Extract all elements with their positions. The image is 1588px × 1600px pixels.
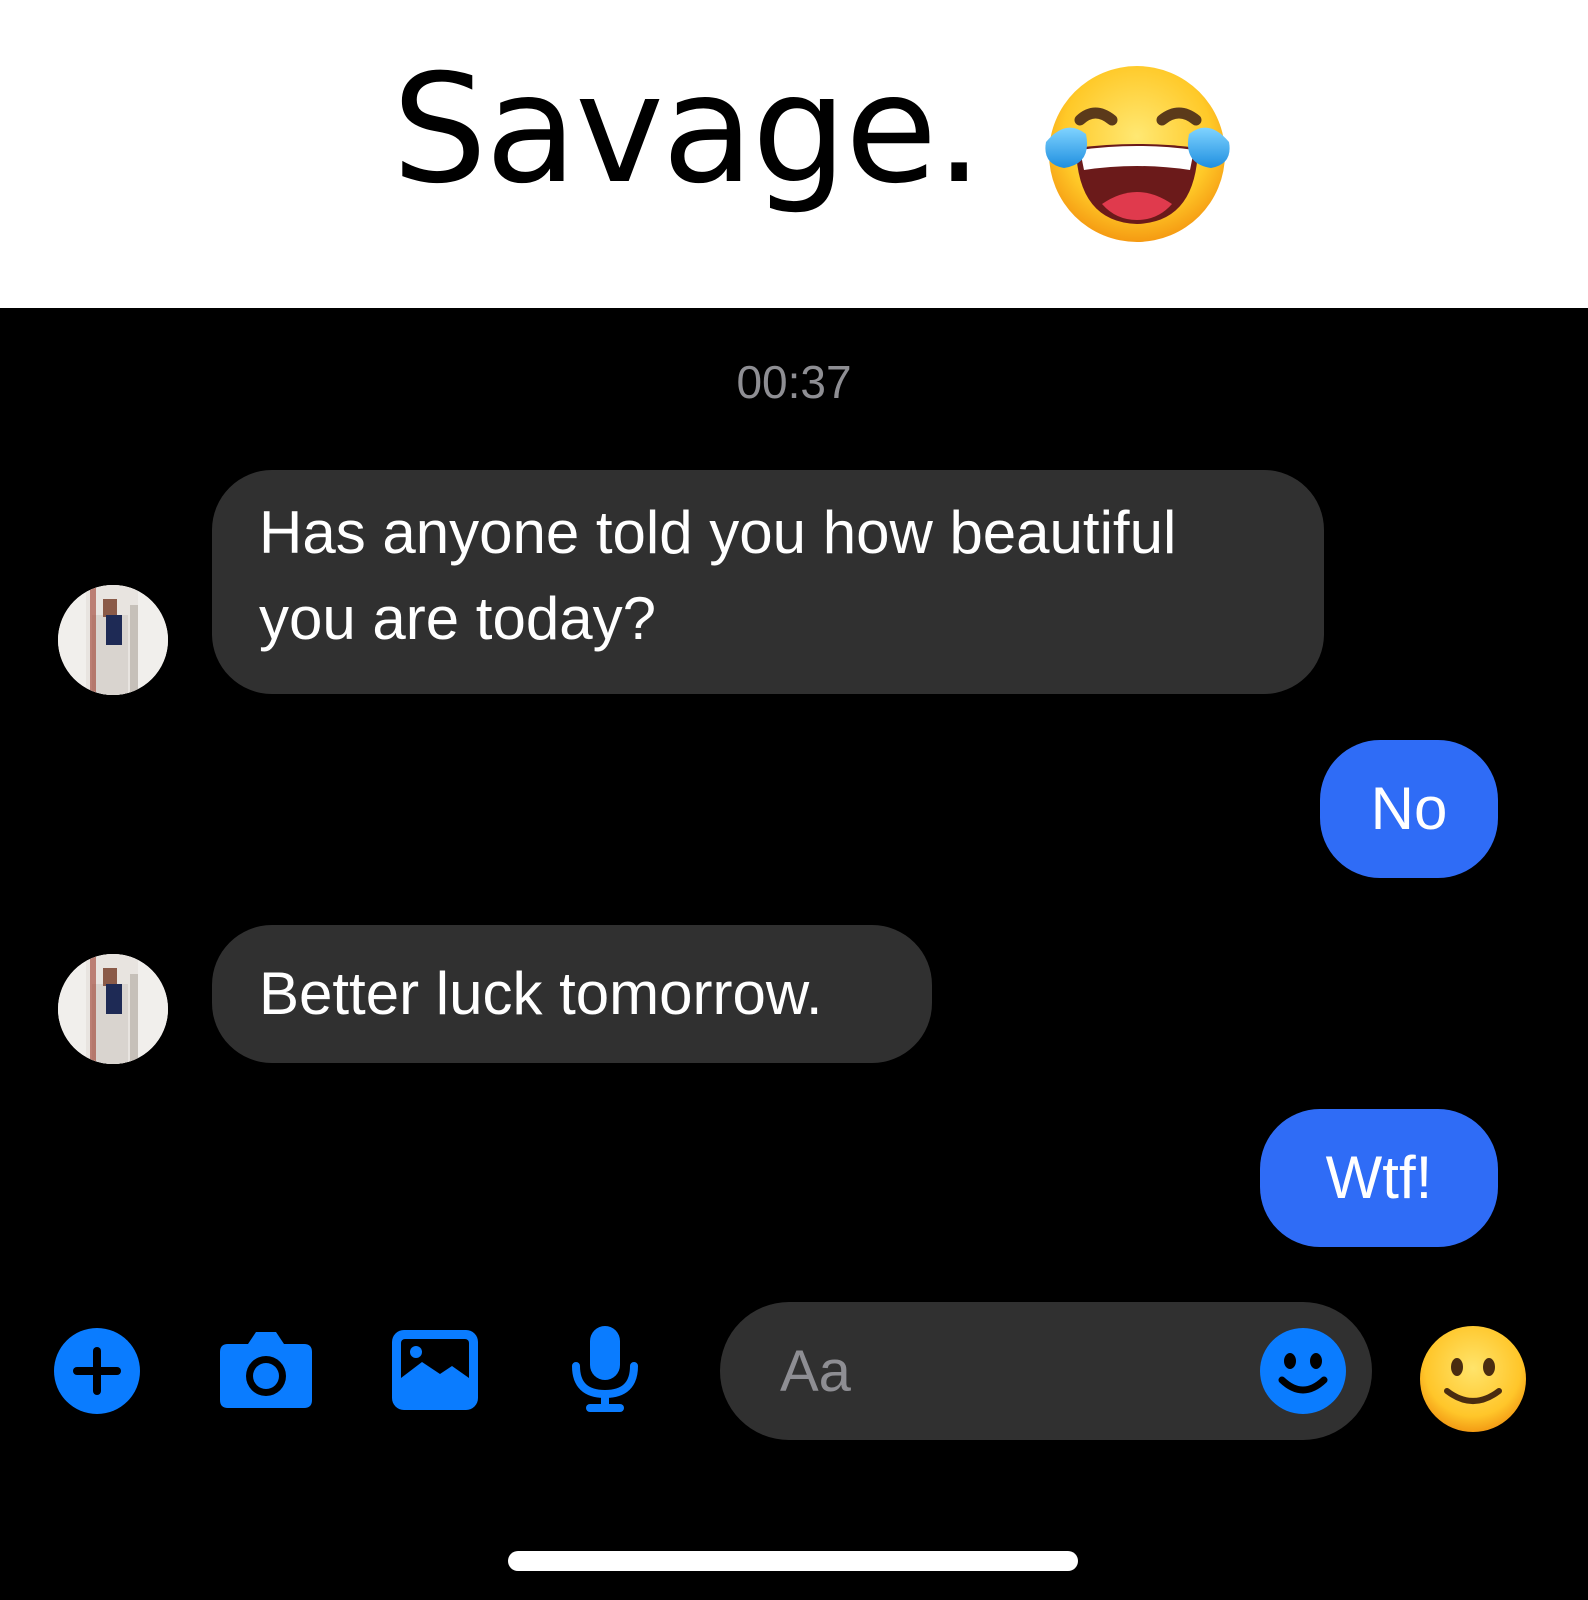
emoji-picker-icon[interactable]: [1260, 1328, 1346, 1414]
caption-title: Savage.: [392, 43, 983, 217]
gallery-icon[interactable]: [392, 1330, 478, 1410]
incoming-message-bubble[interactable]: Has anyone told you how beautiful you ar…: [212, 470, 1324, 694]
camera-icon[interactable]: [218, 1330, 314, 1410]
avatar-photo: [58, 954, 168, 1064]
plus-icon[interactable]: [54, 1328, 140, 1414]
incoming-message-bubble[interactable]: Better luck tomorrow.: [212, 925, 932, 1063]
message-text-line: Has anyone told you how beautiful: [259, 499, 1177, 566]
message-text: Better luck tomorrow.: [259, 960, 823, 1027]
meme-caption: Savage.: [0, 0, 1588, 308]
smiley-like-icon[interactable]: [1419, 1325, 1527, 1433]
outgoing-message-bubble[interactable]: No: [1320, 740, 1498, 878]
outgoing-message-bubble[interactable]: Wtf!: [1260, 1109, 1498, 1247]
avatar-photo: [58, 585, 168, 695]
microphone-icon[interactable]: [570, 1326, 640, 1414]
message-input[interactable]: [780, 1302, 1240, 1440]
message-text-line: you are today?: [259, 585, 656, 652]
message-timestamp: 00:37: [736, 356, 852, 408]
tears-of-joy-emoji-icon: [1045, 66, 1230, 242]
message-composer: [720, 1302, 1372, 1440]
contact-avatar[interactable]: [58, 585, 168, 695]
message-text: No: [1370, 775, 1448, 842]
contact-avatar[interactable]: [58, 954, 168, 1064]
message-text: Wtf!: [1325, 1144, 1433, 1211]
home-indicator[interactable]: [508, 1551, 1078, 1571]
